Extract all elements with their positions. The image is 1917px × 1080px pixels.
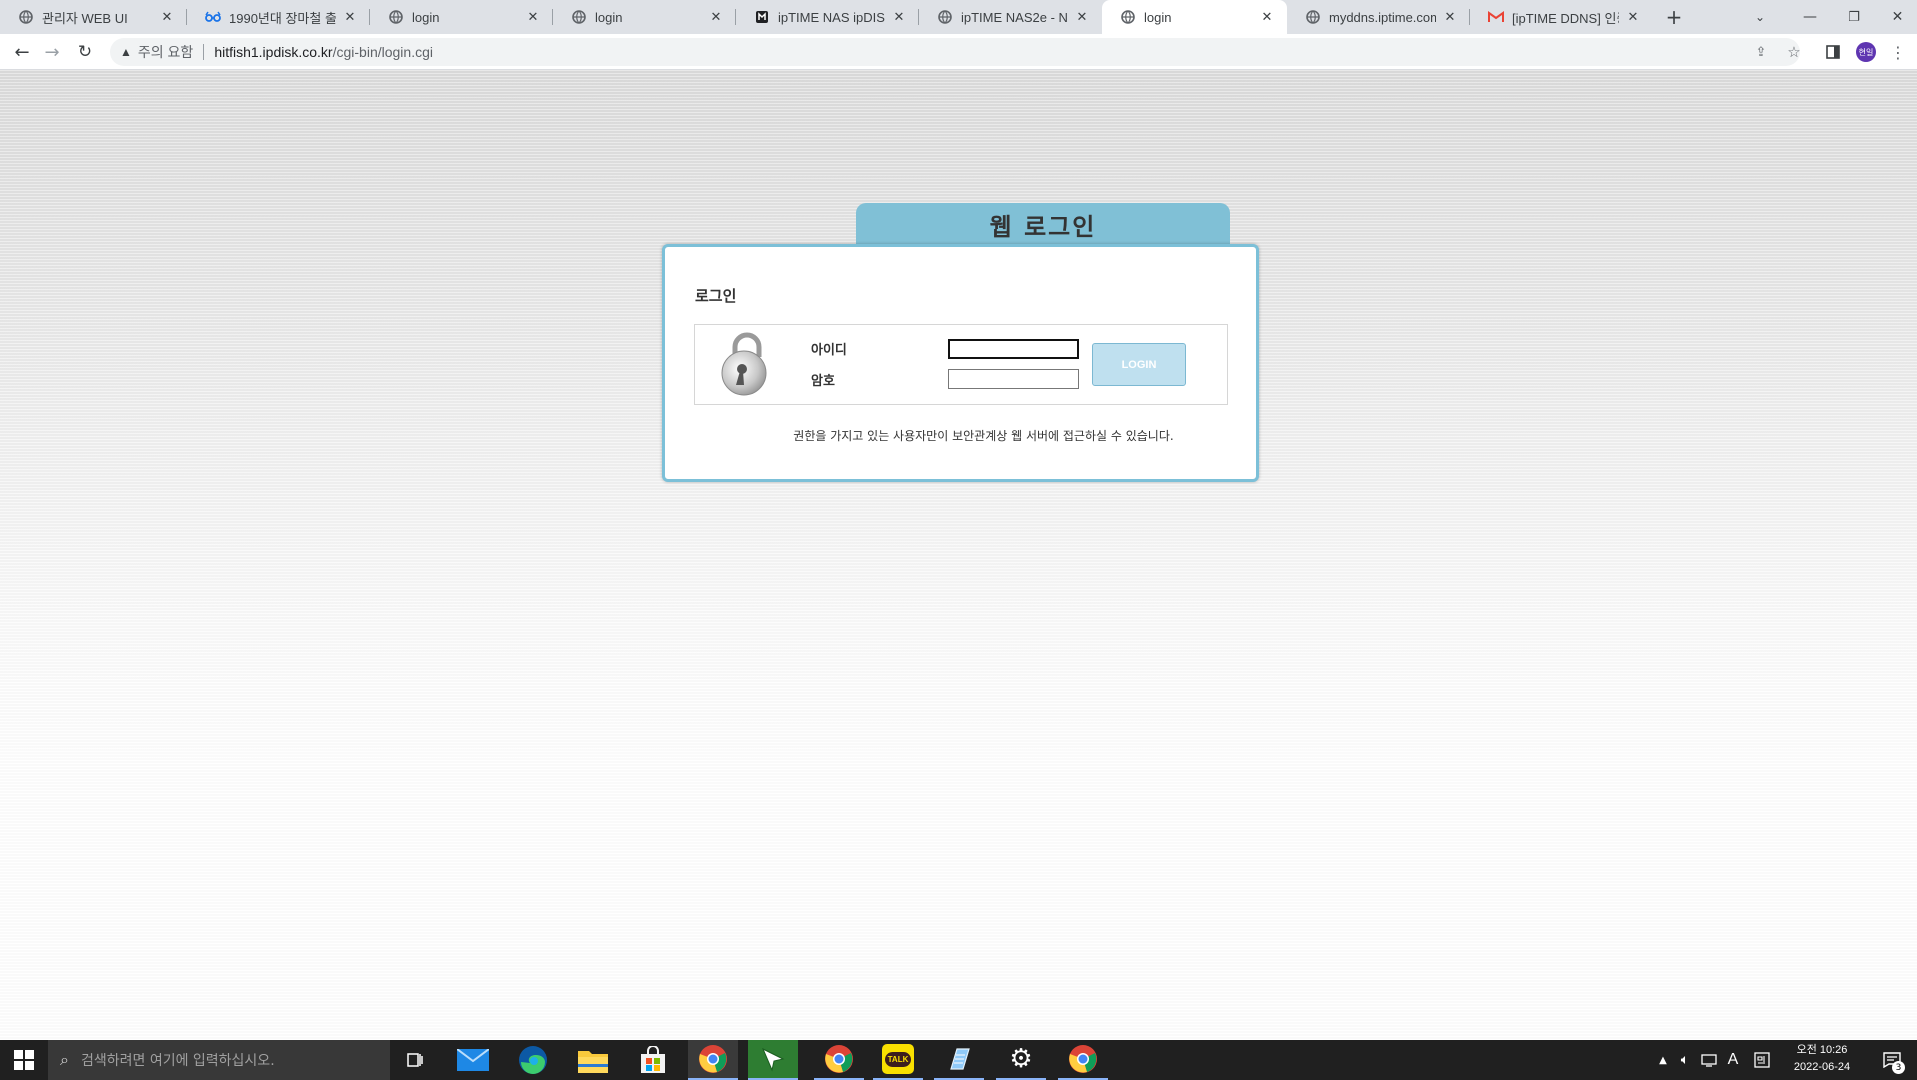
page-content: 웹 로그인 로그인 아이디 암호 LOGIN 권한을 가지고 있는 사용자만이 …	[0, 70, 1917, 1040]
url-host: hitfish1.ipdisk.co.kr	[214, 44, 333, 60]
iptime-icon	[754, 9, 770, 25]
login-panel: 로그인 아이디 암호 LOGIN 권한을 가지고 있는 사용자만이 보안관계상 …	[662, 244, 1259, 482]
chrome-icon[interactable]	[814, 1040, 864, 1080]
browser-tab[interactable]: myddns.iptime.com/n ✕	[1287, 0, 1470, 34]
tab-title: login	[1144, 9, 1172, 25]
send-arrow-icon[interactable]	[748, 1040, 798, 1080]
password-label: 암호	[811, 374, 835, 389]
taskbar-search-placeholder: 검색하려면 여기에 입력하십시오.	[80, 1053, 275, 1069]
volume-icon[interactable]: 🔈︎	[1674, 1040, 1696, 1080]
close-icon[interactable]: ✕	[1259, 9, 1275, 25]
login-button[interactable]: LOGIN	[1092, 343, 1186, 386]
notification-count-badge: 3	[1892, 1061, 1905, 1074]
tab-title: 관리자 WEB UI	[42, 10, 128, 26]
globe-icon	[1120, 9, 1136, 25]
browser-tab[interactable]: ipTIME NAS2e - NAS ✕	[919, 0, 1102, 34]
tab-title: login	[595, 9, 623, 25]
login-heading: 로그인	[695, 287, 737, 305]
login-tab-title: 웹 로그인	[856, 203, 1230, 245]
new-tab-button[interactable]: +	[1658, 0, 1690, 34]
mail-icon[interactable]	[448, 1040, 498, 1080]
tab-search-icon[interactable]: ⌄	[1744, 0, 1776, 34]
search-icon: ⌕	[60, 1050, 69, 1069]
globe-icon	[18, 9, 34, 25]
restore-icon[interactable]: ❐	[1834, 0, 1874, 34]
kakaotalk-label: TALK	[884, 1051, 912, 1067]
close-icon[interactable]: ✕	[1442, 9, 1458, 25]
chrome-icon[interactable]	[1058, 1040, 1108, 1080]
close-icon[interactable]: ✕	[525, 9, 541, 25]
taskbar-search[interactable]: ⌕ 검색하려면 여기에 입력하십시오.	[48, 1040, 390, 1080]
ime-hangul-icon[interactable]	[1750, 1040, 1774, 1080]
globe-icon	[571, 9, 587, 25]
browser-toolbar: ← → ↻ ▲ 주의 요함 hitfish1.ipdisk.co.kr/cgi-…	[0, 34, 1917, 70]
browser-tab[interactable]: ipTIME NAS ipDISK(D ✕	[736, 0, 919, 34]
edge-icon[interactable]	[508, 1040, 558, 1080]
taskbar-clock[interactable]: 오전 10:26 2022-06-24	[1782, 1042, 1862, 1078]
close-icon[interactable]: ✕	[708, 9, 724, 25]
browser-tab[interactable]: login ✕	[370, 0, 553, 34]
password-input[interactable]	[948, 369, 1079, 389]
address-bar[interactable]: ▲ 주의 요함 hitfish1.ipdisk.co.kr/cgi-bin/lo…	[110, 38, 1800, 66]
back-icon[interactable]: ←	[10, 40, 34, 64]
window-close-icon[interactable]: ✕	[1878, 0, 1917, 34]
browser-tab[interactable]: login ✕	[553, 0, 736, 34]
padlock-icon	[713, 331, 775, 397]
tab-title: login	[412, 9, 440, 25]
share-icon[interactable]: ⇪	[1751, 42, 1771, 62]
browser-tab[interactable]: [ipTIME DDNS] 인증 ✕	[1470, 0, 1653, 34]
tab-title: [ipTIME DDNS] 인증	[1512, 10, 1619, 26]
network-icon[interactable]	[1698, 1040, 1720, 1080]
forward-icon[interactable]: →	[40, 40, 64, 64]
gmail-icon	[1488, 9, 1504, 25]
login-form: 아이디 암호 LOGIN	[694, 324, 1228, 405]
side-panel-icon[interactable]	[1823, 42, 1843, 62]
windows-taskbar: ⌕ 검색하려면 여기에 입력하십시오. TALK ⚙ ▲ 🔈︎ A 오전 10:…	[0, 1040, 1917, 1080]
task-view-icon[interactable]	[390, 1040, 440, 1080]
tab-title: myddns.iptime.com/n	[1329, 9, 1436, 25]
tab-title: 1990년대 장마철 출근	[229, 10, 336, 26]
windows-start-icon[interactable]	[0, 1040, 48, 1080]
access-notice: 권한을 가지고 있는 사용자만이 보안관계상 웹 서버에 접근하실 수 있습니다…	[793, 429, 1174, 443]
clock-date: 2022-06-24	[1793, 1061, 1851, 1073]
globe-icon	[937, 9, 953, 25]
notepad-icon[interactable]	[934, 1040, 984, 1080]
settings-icon[interactable]: ⚙	[996, 1040, 1046, 1080]
bookmark-star-icon[interactable]: ☆	[1784, 42, 1804, 62]
glasses-icon	[205, 9, 221, 25]
file-explorer-icon[interactable]	[568, 1040, 618, 1080]
security-warning-label[interactable]: 주의 요함	[138, 42, 193, 62]
kakaotalk-icon[interactable]: TALK	[873, 1040, 923, 1080]
minimize-icon[interactable]: —	[1790, 0, 1830, 34]
globe-icon	[388, 9, 404, 25]
clock-time: 오전 10:26	[1796, 1044, 1848, 1056]
globe-icon	[1305, 9, 1321, 25]
tray-overflow-icon[interactable]: ▲	[1654, 1040, 1672, 1080]
reload-icon[interactable]: ↻	[73, 40, 97, 64]
notification-center-icon[interactable]: 3	[1872, 1040, 1912, 1080]
close-icon[interactable]: ✕	[1625, 9, 1641, 25]
browser-tab[interactable]: 관리자 WEB UI ✕	[0, 0, 187, 34]
store-icon[interactable]	[628, 1040, 678, 1080]
address-divider	[203, 44, 205, 60]
menu-kebab-icon[interactable]: ⋮	[1888, 42, 1908, 62]
close-icon[interactable]: ✕	[342, 9, 358, 25]
tab-title: ipTIME NAS2e - NAS	[961, 9, 1068, 25]
profile-avatar[interactable]: 현일	[1856, 42, 1876, 62]
id-input[interactable]	[948, 339, 1079, 359]
ime-mode-indicator[interactable]: A	[1722, 1040, 1744, 1080]
id-label: 아이디	[811, 343, 847, 358]
tab-title: ipTIME NAS ipDISK(D	[778, 9, 885, 25]
chrome-icon[interactable]	[688, 1040, 738, 1080]
url-path: /cgi-bin/login.cgi	[332, 44, 433, 60]
browser-tab-strip: 관리자 WEB UI ✕ 1990년대 장마철 출근 ✕ login ✕ log…	[0, 0, 1917, 34]
close-icon[interactable]: ✕	[891, 9, 907, 25]
browser-tab[interactable]: 1990년대 장마철 출근 ✕	[187, 0, 370, 34]
browser-tab-active[interactable]: login ✕	[1102, 0, 1287, 34]
warning-icon[interactable]: ▲	[120, 45, 132, 59]
close-icon[interactable]: ✕	[159, 9, 175, 25]
close-icon[interactable]: ✕	[1074, 9, 1090, 25]
